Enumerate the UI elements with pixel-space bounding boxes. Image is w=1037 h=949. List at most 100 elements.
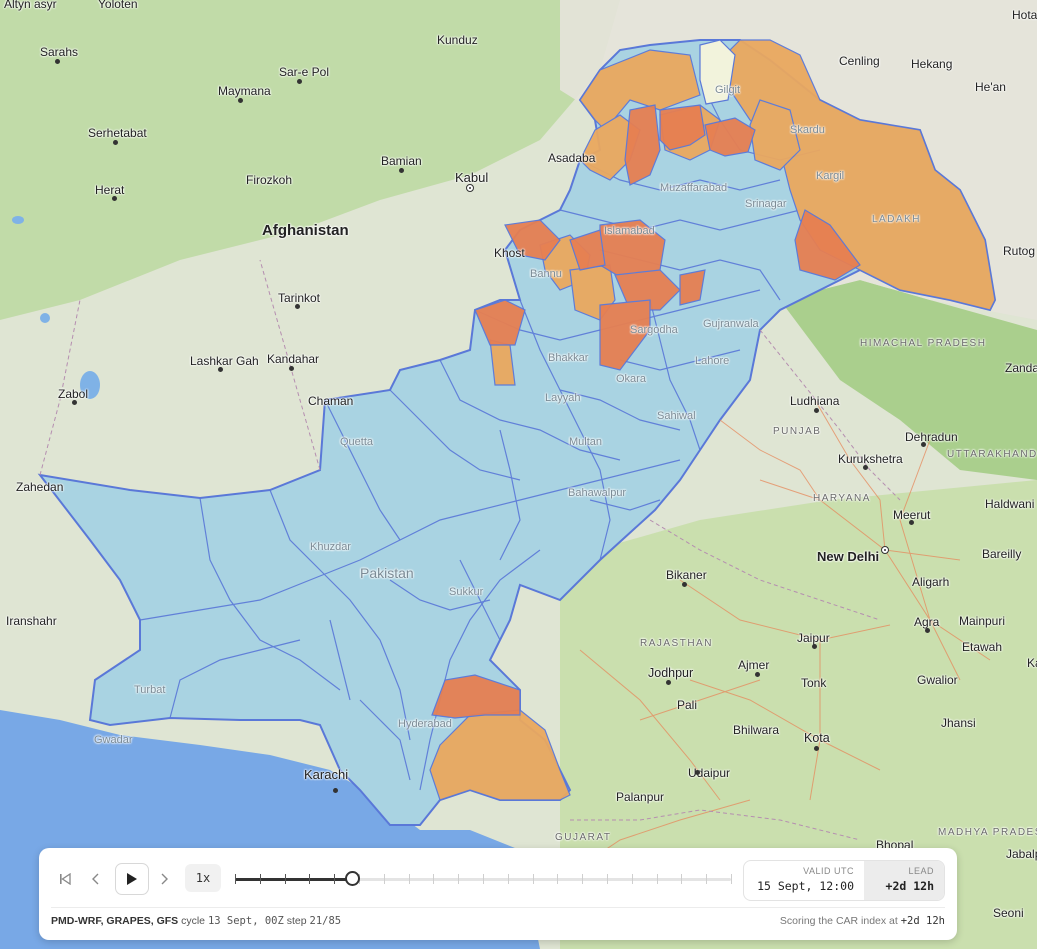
play-button[interactable] bbox=[115, 863, 149, 895]
place-label: Bannu bbox=[530, 268, 562, 280]
region-label: GUJARAT bbox=[555, 832, 612, 843]
country-label-afghanistan: Afghanistan bbox=[262, 222, 349, 239]
timeline-tick bbox=[631, 874, 633, 884]
place-label: Lashkar Gah bbox=[190, 354, 259, 368]
place-label: Islamabad bbox=[604, 225, 655, 237]
city-dot bbox=[925, 628, 930, 633]
skip-to-start-button[interactable] bbox=[55, 866, 75, 892]
map-canvas[interactable] bbox=[0, 0, 1037, 949]
place-label: Karachi bbox=[304, 767, 349, 782]
region-label: HIMACHAL PRADESH bbox=[860, 338, 987, 349]
place-label: He'an bbox=[975, 80, 1006, 94]
region-label: UTTARAKHAND bbox=[947, 449, 1037, 460]
place-label: Kurukshetra bbox=[838, 452, 903, 466]
play-icon bbox=[127, 873, 137, 885]
place-label: Zanda bbox=[1005, 361, 1037, 375]
place-label: Kargil bbox=[816, 170, 845, 182]
place-label: Khost bbox=[494, 246, 525, 260]
city-dot bbox=[333, 788, 338, 793]
city-dot bbox=[755, 672, 760, 677]
place-label: Rutog bbox=[1003, 244, 1036, 258]
place-label: Kabul bbox=[455, 170, 489, 185]
capital-marker-new-delhi bbox=[881, 546, 889, 554]
place-label: Serhetabat bbox=[88, 126, 147, 140]
next-step-button[interactable] bbox=[155, 866, 173, 892]
place-label: Turbat bbox=[134, 684, 166, 696]
previous-step-button[interactable] bbox=[87, 866, 105, 892]
skip-to-start-icon bbox=[60, 873, 71, 885]
place-label: Multan bbox=[569, 436, 603, 448]
timeline-slider[interactable] bbox=[235, 871, 732, 886]
scoring-info: Scoring the CAR index at +2d 12h bbox=[780, 915, 945, 927]
capital-label-new-delhi: New Delhi bbox=[817, 549, 880, 564]
place-label: Khuzdar bbox=[310, 541, 351, 553]
lake-small-2 bbox=[40, 313, 50, 323]
place-label: Sargodha bbox=[630, 324, 678, 336]
city-dot bbox=[238, 98, 243, 103]
lead-section: LEAD +2d 12h bbox=[864, 861, 944, 900]
place-label: Sarahs bbox=[40, 45, 79, 59]
step-value: 21/85 bbox=[309, 915, 342, 927]
place-label: Palanpur bbox=[616, 790, 665, 804]
chevron-right-icon bbox=[161, 873, 168, 885]
place-label: Gwadar bbox=[94, 734, 133, 746]
place-label: Quetta bbox=[340, 436, 374, 448]
place-label: Kota bbox=[804, 731, 830, 745]
city-dot bbox=[289, 366, 294, 371]
place-label: Cenling bbox=[839, 54, 880, 68]
valid-utc-caption: VALID UTC bbox=[803, 866, 854, 876]
cycle-word: cycle bbox=[181, 915, 206, 927]
place-label: Kandahar bbox=[267, 352, 320, 366]
place-label: Bareilly bbox=[982, 547, 1022, 561]
city-dot bbox=[399, 168, 404, 173]
timeline-tick bbox=[458, 874, 460, 884]
city-dot bbox=[112, 196, 117, 201]
place-label: Bamian bbox=[381, 154, 422, 168]
timeline-tick bbox=[706, 874, 708, 884]
place-label: Bikaner bbox=[666, 568, 707, 582]
city-dot bbox=[814, 408, 819, 413]
region-label: RAJASTHAN bbox=[640, 638, 713, 649]
place-label: Agra bbox=[914, 615, 940, 629]
place-label: Tarinkot bbox=[278, 291, 321, 305]
city-dot bbox=[55, 59, 60, 64]
region-label: PUNJAB bbox=[773, 426, 822, 437]
place-label: Gujranwala bbox=[703, 318, 759, 330]
place-label: Jhansi bbox=[941, 716, 976, 730]
place-label: Asadaba bbox=[548, 151, 596, 165]
place-label: Firozkoh bbox=[246, 173, 293, 187]
city-dot bbox=[695, 770, 700, 775]
city-dot bbox=[297, 79, 302, 84]
timeline-tick bbox=[656, 874, 658, 884]
timeline-progress bbox=[235, 878, 354, 881]
place-label: Haldwani bbox=[985, 497, 1035, 511]
timeline-thumb[interactable] bbox=[345, 871, 361, 886]
valid-time-box: VALID UTC 15 Sept, 12:00 LEAD +2d 12h bbox=[743, 860, 945, 901]
panel-divider bbox=[51, 907, 945, 908]
timeline-tick bbox=[408, 874, 410, 884]
place-label: Altyn asyr bbox=[4, 0, 57, 11]
place-label: Seoni bbox=[993, 906, 1024, 920]
scoring-text: Scoring the CAR index at bbox=[779, 915, 898, 927]
timeline-tick bbox=[507, 874, 509, 884]
place-label: Gilgit bbox=[715, 84, 741, 96]
place-label: Chaman bbox=[308, 394, 354, 408]
place-label: Gwalior bbox=[917, 673, 958, 687]
place-label: Sukkur bbox=[449, 586, 484, 598]
place-label: Layyah bbox=[545, 392, 581, 404]
city-dot bbox=[72, 400, 77, 405]
run-info: PMD-WRF, GRAPES, GFS cycle 13 Sept, 00Z … bbox=[51, 915, 341, 927]
place-label: Yoloten bbox=[98, 0, 138, 11]
place-label: Aligarh bbox=[912, 575, 950, 589]
timeline-tick bbox=[681, 874, 683, 884]
city-dot bbox=[218, 367, 223, 372]
timeline-tick bbox=[731, 874, 732, 884]
place-label: Okara bbox=[616, 373, 646, 385]
place-label: Lahore bbox=[695, 355, 730, 367]
playback-speed-button[interactable]: 1x bbox=[185, 864, 221, 892]
place-label: Tonk bbox=[801, 676, 827, 690]
place-label: Muzaffarabad bbox=[660, 182, 728, 194]
timeline-tick bbox=[383, 874, 385, 884]
step-word: step bbox=[286, 915, 307, 927]
place-label: Sahiwal bbox=[657, 410, 696, 422]
